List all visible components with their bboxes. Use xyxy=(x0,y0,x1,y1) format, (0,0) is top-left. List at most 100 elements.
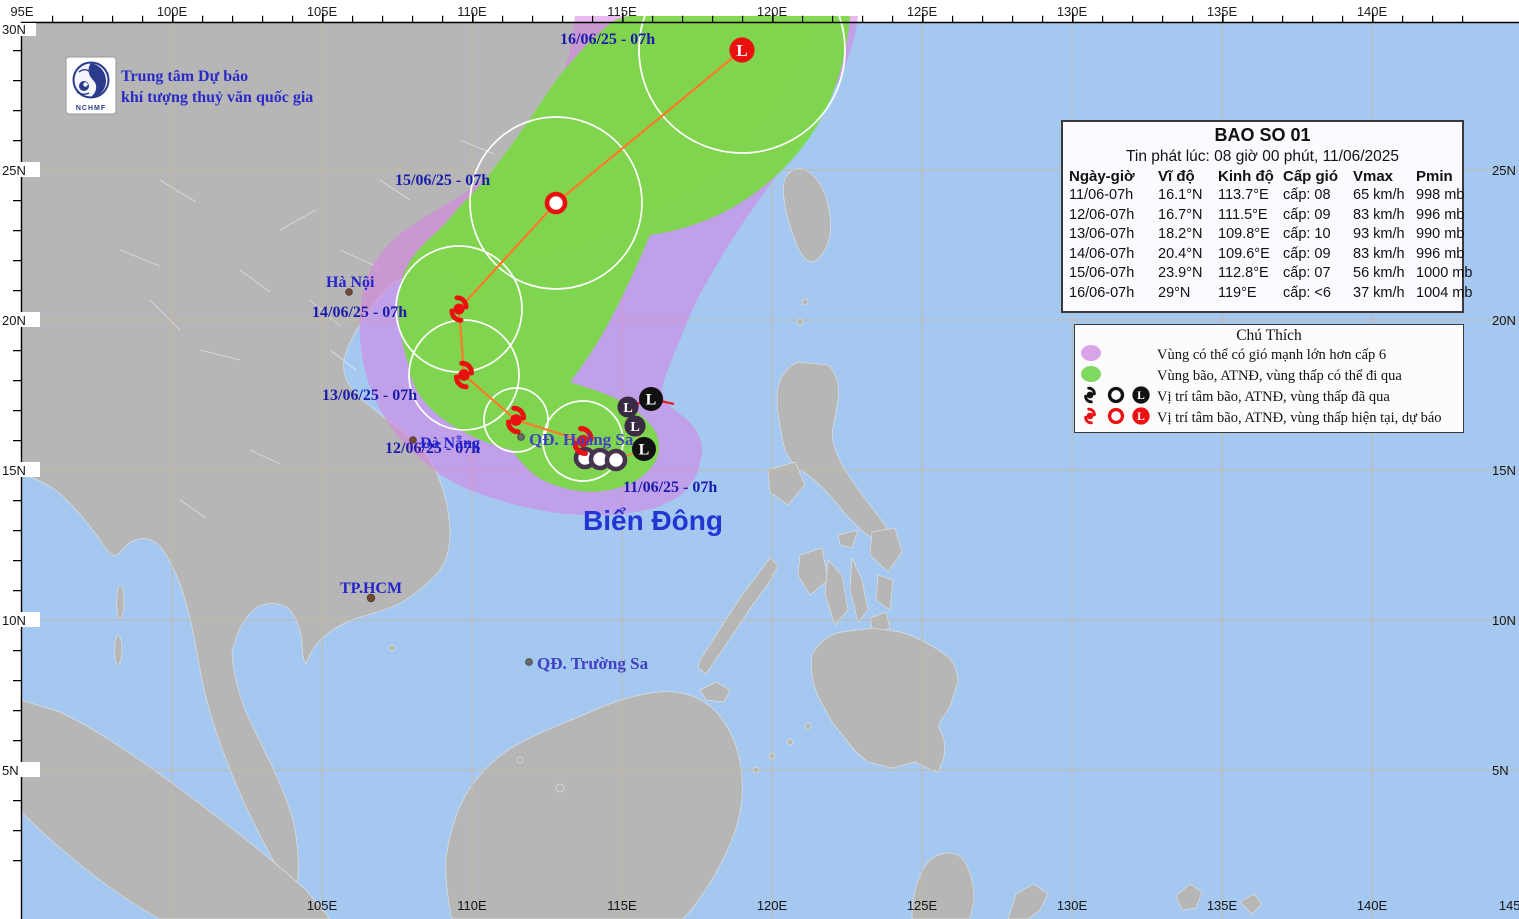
cell: 83 km/h xyxy=(1347,206,1410,226)
cell: cấp: 09 xyxy=(1277,206,1347,226)
cell: 93 km/h xyxy=(1347,225,1410,245)
cell: cấp: 07 xyxy=(1277,264,1347,284)
lon-bottom-130e: 130E xyxy=(1057,898,1088,913)
cell: 15/06-07h xyxy=(1063,264,1152,284)
cell: 18.2°N xyxy=(1152,225,1212,245)
current-markers-swatch xyxy=(1075,405,1157,427)
forecast-header-row: Ngày-giờ Vĩ độ Kinh độ Cấp gió Vmax Pmin xyxy=(1063,167,1466,186)
cell: 56 km/h xyxy=(1347,264,1410,284)
forecast-row: 11/06-07h16.1°N113.7°Ecấp: 0865 km/h998 … xyxy=(1063,186,1466,206)
lon-bottom-135e: 135E xyxy=(1207,898,1238,913)
forecast-low-marker xyxy=(729,37,754,62)
lat-label-10n: 10N xyxy=(2,613,26,628)
lat-label-15n: 15N xyxy=(2,463,26,478)
cell: 12/06-07h xyxy=(1063,206,1152,226)
hoangsa-dot xyxy=(518,434,525,441)
lon-bottom-120e: 120E xyxy=(757,898,788,913)
date-label-11: 11/06/25 - 07h xyxy=(623,479,717,496)
col-pmin: Pmin xyxy=(1410,167,1466,186)
forecast-table: Ngày-giờ Vĩ độ Kinh độ Cấp gió Vmax Pmin… xyxy=(1063,167,1466,303)
legend-item-current-positions: Vị trí tâm bão, ATNĐ, vùng thấp hiện tại… xyxy=(1075,408,1463,429)
truongsa-dot xyxy=(526,659,533,666)
lat-right-25n: 25N xyxy=(1492,163,1516,178)
logo-acronym: NCHMF xyxy=(76,105,106,112)
col-lon: Kinh độ xyxy=(1212,167,1277,186)
cell: 16/06-07h xyxy=(1063,284,1152,304)
danang-label: Đà Nẵng xyxy=(420,435,480,452)
lon-label-120e: 120E xyxy=(757,4,788,19)
col-lat: Vĩ độ xyxy=(1152,167,1212,186)
lon-label-95e: 95E xyxy=(10,4,33,19)
depression-ring-icon xyxy=(1110,410,1123,423)
storm-forecast-map: L xyxy=(0,0,1519,919)
cell: 113.7°E xyxy=(1212,186,1277,206)
cell: 996 mb xyxy=(1410,245,1466,265)
batanes-islet xyxy=(802,299,808,305)
truongsa-label: QĐ. Trường Sa xyxy=(537,654,649,673)
forecast-row: 13/06-07h18.2°N109.8°Ecấp: 1093 km/h990 … xyxy=(1063,225,1466,245)
col-windscale: Cấp gió xyxy=(1277,167,1347,186)
col-vmax: Vmax xyxy=(1347,167,1410,186)
lat-right-10n: 10N xyxy=(1492,613,1516,628)
cell: 111.5°E xyxy=(1212,206,1277,226)
lon-bottom-125e: 125E xyxy=(907,898,938,913)
lat-right-15n: 15N xyxy=(1492,463,1516,478)
lon-bottom-110e: 110E xyxy=(457,898,487,913)
lat-label-5n: 5N xyxy=(2,763,19,778)
sea-name-label: Biển Đông xyxy=(583,505,723,536)
low-disc-icon xyxy=(1132,407,1149,424)
cell: 1004 mb xyxy=(1410,284,1466,304)
lon-bottom-105e: 105E xyxy=(307,898,338,913)
low-disc-icon xyxy=(1132,386,1149,403)
legend-item-wind-area: Vùng có thể có gió mạnh lớn hơn cấp 6 xyxy=(1075,345,1463,366)
legend-label: Vùng bão, ATNĐ, vùng thấp có thể đi qua xyxy=(1157,368,1402,385)
conson-islet xyxy=(389,645,395,651)
cell: 996 mb xyxy=(1410,206,1466,226)
cell: 998 mb xyxy=(1410,186,1466,206)
cell: 13/06-07h xyxy=(1063,225,1152,245)
cell: 112.8°E xyxy=(1212,264,1277,284)
date-label-15: 15/06/25 - 07h xyxy=(395,172,490,189)
past-low-marker xyxy=(632,437,656,461)
cell: 16.7°N xyxy=(1152,206,1212,226)
sulu-islet-1 xyxy=(787,739,793,745)
cell: 109.8°E xyxy=(1212,225,1277,245)
lon-label-130e: 130E xyxy=(1057,4,1088,19)
storm-info-box: BAO SO 01 Tin phát lúc: 08 giờ 00 phút, … xyxy=(1061,120,1464,313)
andaman-sliver-1 xyxy=(117,586,124,619)
issued-time: Tin phát lúc: 08 giờ 00 phút, 11/06/2025 xyxy=(1063,148,1462,166)
lat-right-5n: 5N xyxy=(1492,763,1509,778)
anambas-islet xyxy=(517,757,523,763)
hoangsa-label: QĐ. Hoàng Sa xyxy=(529,430,634,449)
cell: 83 km/h xyxy=(1347,245,1410,265)
cell: cấp: <6 xyxy=(1277,284,1347,304)
depression-ring-icon xyxy=(1110,389,1123,402)
org-name-line1: Trung tâm Dự báo xyxy=(121,68,248,85)
cell: 990 mb xyxy=(1410,225,1466,245)
col-datetime: Ngày-giờ xyxy=(1063,167,1152,186)
cell: 20.4°N xyxy=(1152,245,1212,265)
forecast-depression-marker xyxy=(547,194,565,212)
past-depression-marker xyxy=(607,451,625,469)
legend-label: Vị trí tâm bão, ATNĐ, vùng thấp đã qua xyxy=(1157,389,1390,406)
cell: 119°E xyxy=(1212,284,1277,304)
lat-label-20n: 20N xyxy=(2,313,26,328)
green-area-swatch xyxy=(1075,364,1157,384)
lat-right-20n: 20N xyxy=(1492,313,1516,328)
past-low-marker xyxy=(639,387,663,411)
lon-label-105e: 105E xyxy=(307,4,338,19)
cell: cấp: 09 xyxy=(1277,245,1347,265)
lat-label-30n: 30N xyxy=(2,22,26,37)
cell: cấp: 10 xyxy=(1277,225,1347,245)
lon-label-140e: 140E xyxy=(1357,4,1388,19)
date-label-14: 14/06/25 - 07h xyxy=(312,304,407,321)
typhoon-icon xyxy=(1086,409,1095,423)
cell: 14/06-07h xyxy=(1063,245,1152,265)
lon-bottom-140e: 140E xyxy=(1357,898,1388,913)
andaman-sliver-2 xyxy=(115,636,122,665)
date-label-13: 13/06/25 - 07h xyxy=(322,387,417,404)
legend-box: Chú Thích Vùng có thể có gió mạnh lớn hơ… xyxy=(1074,324,1464,433)
cell: 23.9°N xyxy=(1152,264,1212,284)
lon-label-100e: 100E xyxy=(157,4,188,19)
forecast-row: 12/06-07h16.7°N111.5°Ecấp: 0983 km/h996 … xyxy=(1063,206,1466,226)
